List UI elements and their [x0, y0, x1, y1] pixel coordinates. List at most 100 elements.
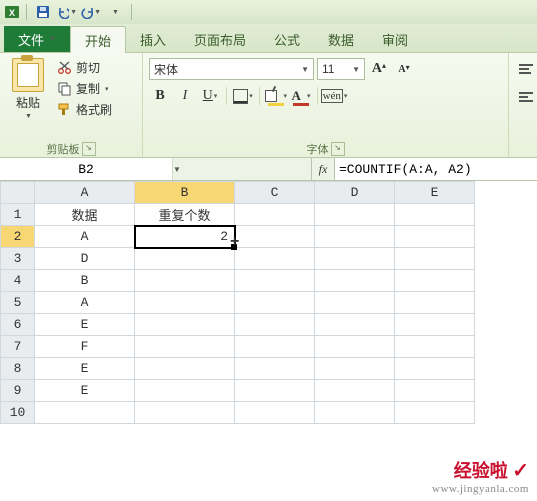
- cell[interactable]: [395, 314, 475, 336]
- column-header[interactable]: A: [35, 182, 135, 204]
- tab-layout[interactable]: 页面布局: [180, 26, 260, 52]
- cell[interactable]: [235, 226, 315, 248]
- cell[interactable]: A: [35, 292, 135, 314]
- redo-button[interactable]: ▼: [81, 3, 101, 21]
- cell[interactable]: 重复个数: [135, 204, 235, 226]
- underline-button[interactable]: U▾: [199, 85, 221, 107]
- dialog-launcher-icon[interactable]: ↘: [331, 142, 345, 156]
- cell[interactable]: [235, 358, 315, 380]
- font-color-button[interactable]: A ▾: [290, 85, 312, 107]
- row-header[interactable]: 2: [1, 226, 35, 248]
- cell[interactable]: [235, 204, 315, 226]
- shrink-font-button[interactable]: A▾: [393, 58, 415, 80]
- formula-bar-input[interactable]: [335, 158, 537, 180]
- cell[interactable]: [315, 248, 395, 270]
- row-header[interactable]: 5: [1, 292, 35, 314]
- row-header[interactable]: 8: [1, 358, 35, 380]
- font-size-combo[interactable]: 11 ▼: [317, 58, 365, 80]
- cell[interactable]: [315, 380, 395, 402]
- cell[interactable]: [395, 270, 475, 292]
- row-header[interactable]: 1: [1, 204, 35, 226]
- tab-data[interactable]: 数据: [314, 26, 368, 52]
- fill-color-button[interactable]: ▾: [265, 85, 287, 107]
- tab-insert[interactable]: 插入: [126, 26, 180, 52]
- cut-button[interactable]: 剪切: [54, 58, 115, 77]
- save-button[interactable]: [33, 3, 53, 21]
- tab-home[interactable]: 开始: [70, 26, 126, 53]
- row-header[interactable]: 7: [1, 336, 35, 358]
- cell[interactable]: [135, 314, 235, 336]
- cell[interactable]: [315, 204, 395, 226]
- row-header[interactable]: 4: [1, 270, 35, 292]
- undo-button[interactable]: ▼: [57, 3, 77, 21]
- cell[interactable]: [315, 358, 395, 380]
- cell[interactable]: [235, 380, 315, 402]
- dialog-launcher-icon[interactable]: ↘: [82, 142, 96, 156]
- cell[interactable]: E: [35, 358, 135, 380]
- cell[interactable]: [235, 314, 315, 336]
- cell[interactable]: [235, 402, 315, 424]
- spreadsheet-grid[interactable]: A B C D E 1 数据 重复个数 2 A 2 3 D 4 B 5 A 6 …: [0, 181, 537, 424]
- cell[interactable]: [135, 380, 235, 402]
- cell[interactable]: [315, 402, 395, 424]
- column-header[interactable]: B: [135, 182, 235, 204]
- cell[interactable]: [395, 380, 475, 402]
- cell[interactable]: B: [35, 270, 135, 292]
- qat-customize-button[interactable]: ▼: [105, 3, 125, 21]
- cell-selected[interactable]: 2: [135, 226, 235, 248]
- italic-button[interactable]: I: [174, 85, 196, 107]
- cell[interactable]: [315, 292, 395, 314]
- cell[interactable]: [135, 270, 235, 292]
- cell[interactable]: [135, 292, 235, 314]
- cell[interactable]: [315, 270, 395, 292]
- cell[interactable]: F: [35, 336, 135, 358]
- cell[interactable]: [315, 336, 395, 358]
- cell[interactable]: [395, 226, 475, 248]
- cell[interactable]: [395, 248, 475, 270]
- cell[interactable]: [315, 314, 395, 336]
- column-header[interactable]: D: [315, 182, 395, 204]
- cell[interactable]: [235, 248, 315, 270]
- cell[interactable]: [135, 402, 235, 424]
- row-header[interactable]: 10: [1, 402, 35, 424]
- cell[interactable]: [395, 358, 475, 380]
- fx-icon[interactable]: fx: [311, 158, 335, 180]
- cell[interactable]: [235, 270, 315, 292]
- align-left-button[interactable]: [515, 86, 537, 108]
- cell[interactable]: E: [35, 314, 135, 336]
- column-header[interactable]: C: [235, 182, 315, 204]
- select-all-corner[interactable]: [1, 182, 35, 204]
- format-painter-button[interactable]: 格式刷: [54, 100, 115, 119]
- cell[interactable]: A: [35, 226, 135, 248]
- cell[interactable]: [35, 402, 135, 424]
- cell[interactable]: [135, 336, 235, 358]
- cell[interactable]: [315, 226, 395, 248]
- row-header[interactable]: 6: [1, 314, 35, 336]
- row-header[interactable]: 3: [1, 248, 35, 270]
- cell[interactable]: D: [35, 248, 135, 270]
- column-header[interactable]: E: [395, 182, 475, 204]
- phonetic-button[interactable]: wén▾: [323, 85, 345, 107]
- tab-review[interactable]: 审阅: [368, 26, 422, 52]
- name-box[interactable]: ▼: [0, 158, 131, 180]
- align-top-button[interactable]: [515, 58, 537, 80]
- paste-button[interactable]: 粘贴 ▼: [10, 56, 46, 122]
- cell[interactable]: [395, 336, 475, 358]
- cell[interactable]: [135, 248, 235, 270]
- border-button[interactable]: ▾: [232, 85, 254, 107]
- cell[interactable]: [395, 204, 475, 226]
- tab-file[interactable]: 文件 ▼: [4, 26, 70, 52]
- tab-formulas[interactable]: 公式: [260, 26, 314, 52]
- cell[interactable]: 数据: [35, 204, 135, 226]
- row-header[interactable]: 9: [1, 380, 35, 402]
- cell[interactable]: [235, 336, 315, 358]
- cell[interactable]: [395, 402, 475, 424]
- cell[interactable]: [135, 358, 235, 380]
- copy-button[interactable]: 复制 ▾: [54, 79, 115, 98]
- grow-font-button[interactable]: A▴: [368, 58, 390, 80]
- bold-button[interactable]: B: [149, 85, 171, 107]
- font-name-combo[interactable]: 宋体 ▼: [149, 58, 314, 80]
- cell[interactable]: [235, 292, 315, 314]
- cell[interactable]: E: [35, 380, 135, 402]
- cell[interactable]: [395, 292, 475, 314]
